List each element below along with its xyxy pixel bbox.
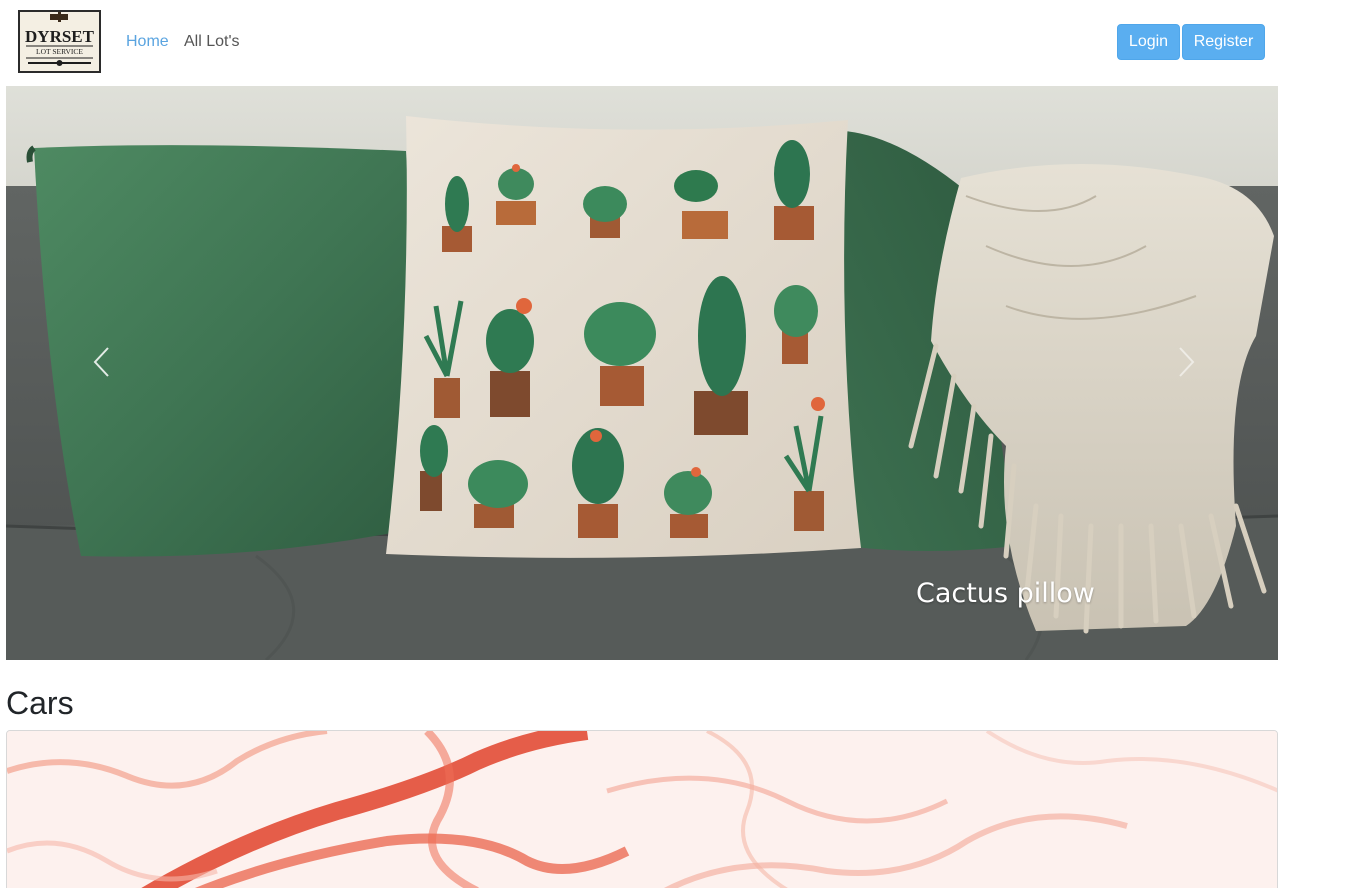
login-button[interactable]: Login xyxy=(1117,24,1180,60)
register-button[interactable]: Register xyxy=(1182,24,1265,60)
section-title-cars: Cars xyxy=(6,685,74,721)
carousel-slide-image xyxy=(6,86,1278,660)
svg-text:LOT SERVICE: LOT SERVICE xyxy=(36,47,83,56)
nav-item-all-lots[interactable]: All Lot's xyxy=(184,32,240,51)
chevron-right-icon xyxy=(1179,347,1195,377)
red-smoke-image xyxy=(7,731,1277,888)
brand-logo[interactable]: DYRSET LOT SERVICE xyxy=(18,10,101,73)
hero-carousel: Cactus pillow xyxy=(6,86,1278,660)
navbar: DYRSET LOT SERVICE Home All Lot's Login … xyxy=(0,0,1284,85)
chevron-left-icon xyxy=(93,347,109,377)
svg-text:DYRSET: DYRSET xyxy=(25,27,95,46)
carousel-next-button[interactable] xyxy=(1166,342,1206,382)
category-card-image[interactable] xyxy=(6,730,1278,888)
gavel-logo-icon: DYRSET LOT SERVICE xyxy=(20,12,99,71)
nav-item-home[interactable]: Home xyxy=(126,32,169,51)
carousel-caption: Cactus pillow xyxy=(916,578,1095,609)
carousel-prev-button[interactable] xyxy=(82,342,122,382)
